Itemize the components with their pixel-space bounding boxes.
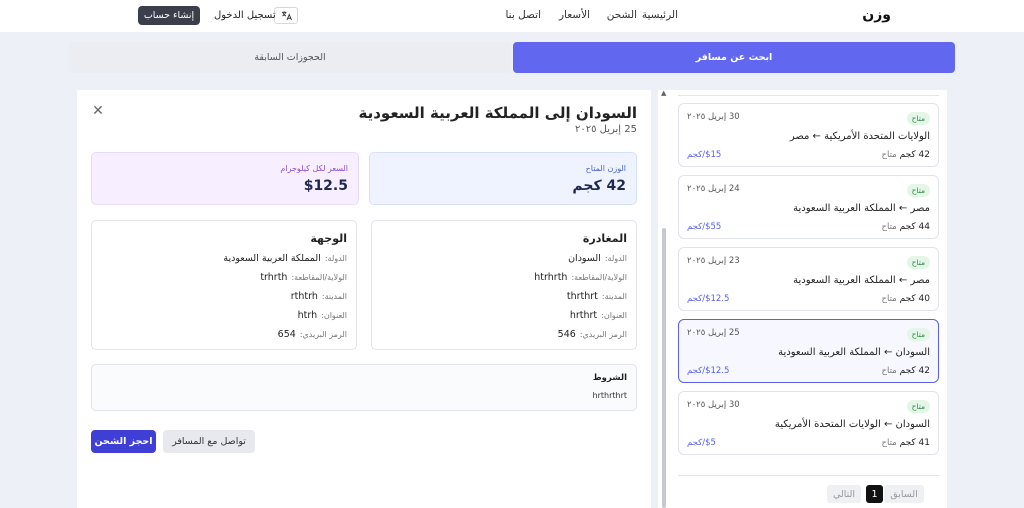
available-badge: متاح	[906, 400, 930, 413]
pagination-page-current[interactable]: 1	[866, 485, 883, 503]
price-per-kg-card: السعر لكل كيلوجرام $12.5	[91, 152, 359, 205]
destination-country: الدولة:المملكة العربية السعودية	[223, 253, 347, 264]
trip-price: $55/كجم	[687, 222, 722, 232]
nav-link-home[interactable]: الرئيسية	[642, 9, 678, 21]
trip-date: 24 إبريل ٢٠٢٥	[687, 184, 740, 194]
available-badge: متاح	[906, 328, 930, 341]
trip-price: $12.5/كجم	[687, 366, 730, 376]
destination-state: الولاية/المقاطعة:trhrth	[260, 272, 347, 283]
departure-address: العنوان:hrthrt	[569, 310, 627, 321]
trip-weight: 42 كجم متاح	[881, 366, 931, 376]
pagination-next-button[interactable]: التالي	[827, 485, 861, 503]
trip-price: $5/كجم	[687, 438, 716, 448]
detail-date: 25 إبريل ٢٠٢٥	[574, 124, 637, 135]
departure-title: المغادرة	[582, 232, 627, 245]
translate-icon	[281, 11, 292, 21]
available-weight-card: الوزن المتاح 42 كجم	[369, 152, 637, 205]
trip-weight: 41 كجم متاح	[881, 438, 931, 448]
terms-text: hrthrthrt	[592, 391, 628, 400]
trip-price: $12.5/كجم	[687, 294, 730, 304]
trip-date: 23 إبريل ٢٠٢٥	[687, 256, 740, 266]
destination-title: الوجهة	[310, 232, 347, 245]
destination-address: العنوان:htrh	[297, 310, 347, 321]
trip-route: مصر ← المملكة العربية السعودية	[793, 203, 930, 214]
trip-weight: 40 كجم متاح	[881, 294, 931, 304]
trip-card[interactable]: متاح 30 إبريل ٢٠٢٥ السودان ← الولايات ال…	[678, 391, 939, 455]
trip-route: السودان ← الولايات المتحدة الأمريكية	[774, 419, 930, 430]
site-logo[interactable]: وزن	[862, 7, 891, 23]
trip-price: $15/كجم	[687, 150, 722, 160]
trip-date: 30 إبريل ٢٠٢٥	[687, 112, 740, 122]
trip-card[interactable]: متاح 30 إبريل ٢٠٢٥ الولايات المتحدة الأم…	[678, 103, 939, 167]
trip-weight: 44 كجم متاح	[881, 222, 931, 232]
contact-traveler-button[interactable]: تواصل مع المسافر	[163, 430, 255, 453]
available-badge: متاح	[906, 256, 930, 269]
available-weight-label: الوزن المتاح	[585, 164, 626, 173]
top-navbar: وزن الرئيسية الشحن الأسعار اتصل بنا تسجي…	[0, 0, 1024, 32]
departure-card: المغادرة الدولة:السودان الولاية/المقاطعة…	[371, 220, 637, 350]
list-scrollbar[interactable]	[662, 228, 666, 508]
list-divider	[678, 95, 939, 96]
close-icon[interactable]: ✕	[92, 104, 104, 118]
trip-date: 25 إبريل ٢٠٢٥	[687, 328, 740, 338]
destination-postal: الرمز البريدي:654	[277, 329, 347, 340]
available-weight-value: 42 كجم	[572, 178, 626, 194]
pagination-prev-button[interactable]: السابق	[884, 485, 924, 503]
terms-card: الشروط hrthrthrt	[91, 364, 637, 411]
trip-card-selected[interactable]: متاح 25 إبريل ٢٠٢٥ السودان ← المملكة الع…	[678, 319, 939, 383]
departure-state: الولاية/المقاطعة:htrhrth	[534, 272, 627, 283]
login-link[interactable]: تسجيل الدخول	[214, 10, 276, 21]
nav-link-prices[interactable]: الأسعار	[559, 9, 590, 21]
trip-route: مصر ← المملكة العربية السعودية	[793, 275, 930, 286]
trip-card[interactable]: متاح 23 إبريل ٢٠٢٥ مصر ← المملكة العربية…	[678, 247, 939, 311]
trip-route: الولايات المتحدة الأمريكية ← مصر	[789, 131, 930, 142]
trip-route: السودان ← المملكة العربية السعودية	[778, 347, 930, 358]
language-button[interactable]	[274, 7, 298, 24]
trip-card[interactable]: متاح 24 إبريل ٢٠٢٥ مصر ← المملكة العربية…	[678, 175, 939, 239]
nav-link-contact[interactable]: اتصل بنا	[505, 9, 541, 21]
signup-button[interactable]: إنشاء حساب	[138, 6, 200, 25]
departure-city: المدينة:thrthrt	[566, 291, 627, 302]
price-per-kg-value: $12.5	[303, 178, 348, 194]
destination-city: المدينة:rthtrh	[290, 291, 347, 302]
trip-weight: 42 كجم متاح	[881, 150, 931, 160]
nav-link-shipping[interactable]: الشحن	[607, 9, 637, 21]
book-shipment-button[interactable]: احجز الشحن	[91, 430, 156, 453]
detail-title: السودان إلى المملكة العربية السعودية	[358, 104, 637, 122]
trip-date: 30 إبريل ٢٠٢٥	[687, 400, 740, 410]
price-per-kg-label: السعر لكل كيلوجرام	[280, 164, 348, 173]
scroll-up-arrow-icon[interactable]: ▲	[661, 89, 666, 97]
available-badge: متاح	[906, 112, 930, 125]
tab-search-traveler[interactable]: ابحث عن مسافر	[513, 42, 955, 73]
departure-country: الدولة:السودان	[568, 253, 627, 264]
available-badge: متاح	[906, 184, 930, 197]
destination-card: الوجهة الدولة:المملكة العربية السعودية ا…	[91, 220, 357, 350]
departure-postal: الرمز البريدي:546	[557, 329, 627, 340]
tab-previous-bookings[interactable]: الحجوزات السابقة	[69, 42, 511, 73]
list-divider	[678, 475, 939, 476]
terms-title: الشروط	[592, 373, 627, 383]
